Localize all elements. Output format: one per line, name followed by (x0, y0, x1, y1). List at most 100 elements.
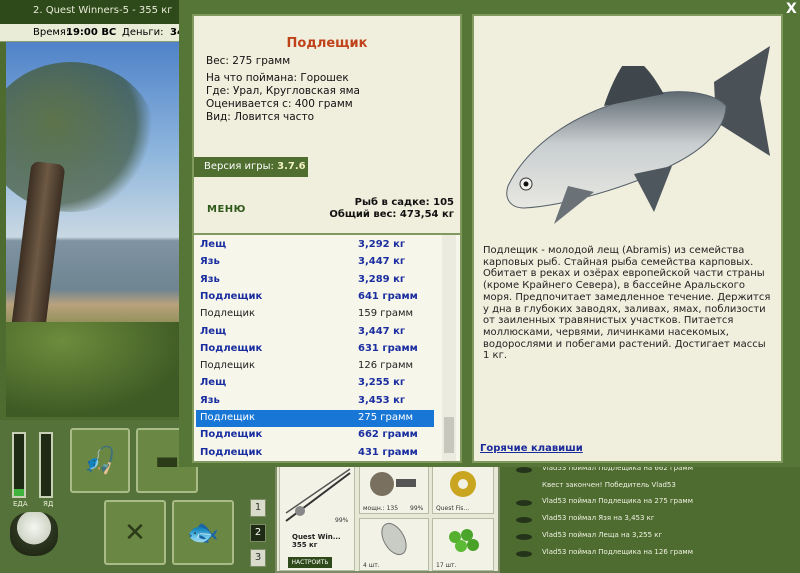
lure-icon (381, 522, 407, 556)
reel-slot[interactable]: мощн.: 135 99% (359, 466, 429, 514)
fishing-scene[interactable] (6, 42, 192, 417)
catch-list[interactable]: Лещ 3,292 кг Язь 3,447 кг Язь 3,289 кг Подлещи… (194, 233, 460, 461)
bait-slot[interactable]: 17 шт. (432, 518, 494, 571)
catch-fish-name: Подлещик (200, 342, 263, 354)
setup-button[interactable]: НАСТРОИТЬ (288, 557, 332, 568)
fish-details-panel: Подлещик Вес: 275 грамм На что поймана: … (192, 14, 462, 463)
slot-tab-3[interactable]: 3 (250, 549, 266, 567)
fork-knife-icon: ✕ (124, 517, 146, 548)
slot-tab-1[interactable]: 1 (250, 499, 266, 517)
food-pot-icon[interactable] (10, 512, 58, 556)
catch-list-row[interactable]: Подлещик 275 грамм (196, 410, 434, 427)
catch-fish-name: Подлещик (200, 412, 256, 423)
catch-list-row[interactable]: Язь 3,447 кг (196, 254, 434, 271)
version-label: Версия игры: (204, 161, 274, 172)
bream-fish-image (506, 46, 770, 224)
rod-slot[interactable]: 99% Quest Win... 355 кг НАСТРОИТЬ (279, 466, 355, 571)
catch-fish-name: Язь (200, 273, 220, 285)
fish-weight: Вес: 275 грамм (206, 55, 291, 67)
reel-icon (370, 472, 416, 496)
poison-gauge (39, 432, 53, 498)
catch-fish-weight: 275 грамм (358, 412, 414, 423)
food-gauge-label: ЕДА (13, 500, 28, 508)
feed-row: Vlad53 поймал Леща на 3,255 кг (508, 529, 800, 545)
hotkeys-link[interactable]: Горячие клавиши (480, 443, 583, 454)
catch-list-row[interactable]: Подлещик 126 грамм (196, 358, 434, 375)
keepnet-totals: Рыб в садке: 105 Общий вес: 473,54 кг (329, 197, 454, 221)
feed-row: Vlad53 поймал Подлещика на 126 грамм (508, 546, 800, 562)
kitchen-tile[interactable]: ✕ (104, 500, 166, 565)
catch-list-row[interactable]: Подлещик 641 грамм (196, 289, 434, 306)
fish-place: Где: Урал, Кругловская яма (206, 85, 360, 97)
time-value: 19:00 ВС (66, 27, 117, 38)
catch-fish-weight: 631 грамм (358, 342, 418, 354)
catch-fish-name: Язь (200, 394, 220, 406)
hook-caption: 4 шт. (363, 562, 380, 569)
catch-fish-name: Подлещик (200, 429, 263, 441)
fish-description-panel: Подлещик - молодой лещ (Abramis) из семе… (472, 14, 783, 463)
poison-gauge-label: ЯД (43, 500, 54, 508)
catch-list-row[interactable]: Лещ 3,255 кг (196, 375, 434, 392)
catch-fish-weight: 3,292 кг (358, 239, 406, 250)
feed-message: Vlad53 поймал Язя на 3,453 кг (542, 514, 655, 522)
event-feed: Vlad53 поймал Подлещика на 662 грамм Кве… (508, 462, 800, 573)
catch-fish-name: Подлещик (200, 308, 256, 320)
catch-list-row[interactable]: Лещ 3,447 кг (196, 324, 434, 341)
catch-list-row[interactable]: Язь 3,453 кг (196, 393, 434, 410)
catch-list-row[interactable]: Язь 3,289 кг (196, 272, 434, 289)
peas-icon (449, 529, 479, 552)
catch-list-row[interactable]: Подлещик 662 грамм (196, 427, 434, 444)
fish-tile[interactable]: 🐟 (172, 500, 234, 565)
food-gauge (12, 432, 26, 498)
catch-fish-weight: 126 грамм (358, 360, 414, 372)
bait-caption: 17 шт. (436, 562, 457, 569)
equipment-slots: 99% Quest Win... 355 кг НАСТРОИТЬ мощн.:… (275, 462, 500, 573)
food-gauge-fill (14, 488, 24, 496)
catch-list-row[interactable]: Подлещик 631 грамм (196, 341, 434, 358)
line-caption: Quest Fis... (436, 505, 470, 512)
catch-list-scrollbar[interactable] (442, 235, 456, 461)
money-label: Деньги: (122, 27, 164, 38)
version-badge: Версия игры: 3.7.6 (194, 157, 308, 177)
rod-percent: 99% (335, 517, 349, 524)
time-label: Время: (33, 27, 70, 38)
feed-row: Vlad53 поймал Подлещика на 275 грамм (508, 495, 800, 511)
hook-slot[interactable]: 4 шт. (359, 518, 429, 571)
catch-fish-weight: 3,453 кг (358, 394, 406, 406)
catch-fish-name: Лещ (200, 239, 227, 250)
catch-list-row[interactable]: Подлещик 159 грамм (196, 306, 434, 323)
fish-bait: На что поймана: Горошек (206, 72, 349, 84)
version-value: 3.7.6 (277, 161, 306, 172)
catch-fish-weight: 431 грамм (358, 446, 418, 458)
fish-name: Подлещик (286, 36, 368, 51)
slot-tab-2[interactable]: 2 (250, 524, 266, 542)
tackle-box-icon: ▬ (154, 445, 180, 476)
catch-fish-weight: 3,447 кг (358, 256, 406, 268)
catch-fish-name: Лещ (200, 377, 227, 389)
feed-row: Квест закончен! Победитель Vlad53 (508, 479, 800, 495)
catch-list-row[interactable]: Подлещик 431 грамм (196, 445, 434, 461)
fish-icon (516, 500, 532, 506)
catch-fish-weight: 3,289 кг (358, 273, 406, 285)
fishing-rod-tile[interactable]: 🎣 (70, 428, 130, 493)
line-slot[interactable]: Quest Fis... (432, 466, 494, 514)
catch-fish-name: Подлещик (200, 360, 256, 372)
feed-message: Vlad53 поймал Подлещика на 275 грамм (542, 497, 693, 505)
window-title: 2. Quest Winners-5 - 355 кг (33, 5, 173, 16)
fish-icon (516, 517, 532, 523)
line-spool-icon (450, 471, 476, 497)
fish-count: Рыб в садке: 105 (354, 197, 454, 208)
catch-fish-weight: 159 грамм (358, 308, 414, 320)
fish-icon: 🐟 (186, 517, 220, 548)
scrollbar-thumb[interactable] (444, 417, 454, 453)
rod-caption: Quest Win... 355 кг (292, 533, 341, 549)
reel-percent: 99% (410, 505, 424, 512)
close-icon[interactable]: X (786, 1, 797, 17)
total-weight: Общий вес: 473,54 кг (329, 209, 454, 220)
menu-button[interactable]: МЕНЮ (207, 204, 246, 215)
catch-fish-name: Подлещик (200, 290, 263, 302)
feed-message: Vlad53 поймал Леща на 3,255 кг (542, 531, 663, 539)
catch-list-row[interactable]: Лещ 3,292 кг (196, 237, 434, 254)
feed-row: Vlad53 поймал Язя на 3,453 кг (508, 512, 800, 528)
fishing-rod-icon: 🎣 (83, 445, 117, 476)
